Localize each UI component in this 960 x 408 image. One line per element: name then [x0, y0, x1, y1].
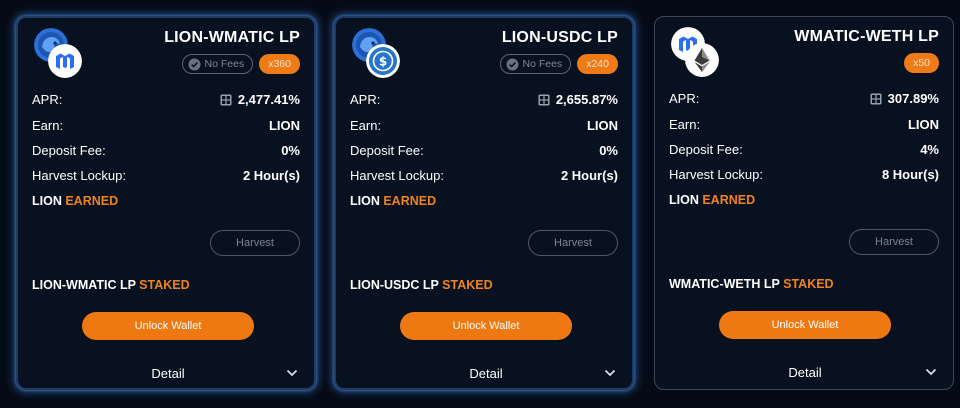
pair-title: LION-WMATIC LP — [164, 29, 300, 46]
chevron-down-icon[interactable] — [286, 368, 298, 378]
deposit-fee-value: 0% — [599, 143, 618, 158]
deposit-fee-label: Deposit Fee: — [669, 142, 743, 157]
apr-label: APR: — [669, 91, 700, 106]
harvest-lockup-row: Harvest Lockup: 8 Hour(s) — [669, 167, 939, 185]
staked-word: STAKED — [783, 277, 834, 291]
staked-word: STAKED — [139, 278, 190, 292]
harvest-lockup-label: Harvest Lockup: — [350, 168, 444, 183]
staked-pair: WMATIC-WETH LP — [669, 277, 780, 291]
no-fees-label: No Fees — [204, 58, 245, 70]
staked-heading: LION-WMATIC LP STAKED — [32, 278, 190, 292]
apr-label: APR: — [32, 92, 63, 107]
earn-value: LION — [268, 118, 300, 133]
pair-title: WMATIC-WETH LP — [794, 28, 939, 45]
deposit-fee-row: Deposit Fee: 0% — [32, 143, 300, 161]
earn-label: Earn: — [669, 117, 701, 132]
harvest-lockup-row: Harvest Lockup: 2 Hour(s) — [350, 168, 618, 186]
apr-row: APR: 2,477.41% — [32, 92, 300, 110]
earn-row: Earn: LION — [350, 118, 618, 136]
deposit-fee-value: 0% — [281, 143, 300, 158]
wmatic-token-icon — [48, 44, 82, 78]
earned-heading: LION EARNED — [350, 194, 436, 208]
calculator-icon[interactable] — [538, 94, 550, 106]
detail-label[interactable]: Detail — [655, 365, 955, 380]
apr-value: 2,655.87% — [555, 92, 618, 107]
apr-row: APR: 307.89% — [669, 91, 939, 109]
verified-check-icon — [506, 58, 519, 70]
token-pair-icons — [30, 26, 92, 82]
deposit-fee-row: Deposit Fee: 0% — [350, 143, 618, 161]
multiplier-badge: x50 — [904, 53, 939, 73]
harvest-lockup-label: Harvest Lockup: — [669, 167, 763, 182]
no-fees-badge: No Fees — [181, 54, 254, 74]
usdc-token-icon: $ — [366, 44, 400, 78]
harvest-lockup-value: 2 Hour(s) — [560, 168, 618, 183]
token-pair-icons — [667, 25, 729, 81]
badge-group: No Fees x240 — [499, 54, 618, 74]
harvest-button[interactable]: Harvest — [210, 230, 300, 256]
staked-heading: LION-USDC LP STAKED — [350, 278, 493, 292]
multiplier-badge: x240 — [577, 54, 618, 74]
earned-token: LION — [32, 194, 62, 208]
apr-value: 307.89% — [887, 91, 939, 106]
earn-label: Earn: — [350, 118, 382, 133]
earn-row: Earn: LION — [32, 118, 300, 136]
chevron-down-icon[interactable] — [604, 368, 616, 378]
badge-group: No Fees x360 — [181, 54, 300, 74]
no-fees-badge: No Fees — [499, 54, 572, 74]
unlock-wallet-button[interactable]: Unlock Wallet — [400, 312, 572, 340]
multiplier-badge: x360 — [259, 54, 300, 74]
harvest-button[interactable]: Harvest — [528, 230, 618, 256]
harvest-lockup-label: Harvest Lockup: — [32, 168, 126, 183]
harvest-lockup-row: Harvest Lockup: 2 Hour(s) — [32, 168, 300, 186]
svg-text:$: $ — [379, 55, 387, 69]
staked-pair: LION-USDC LP — [350, 278, 439, 292]
no-fees-label: No Fees — [522, 58, 563, 70]
earned-token: LION — [350, 194, 380, 208]
deposit-fee-label: Deposit Fee: — [350, 143, 424, 158]
harvest-lockup-value: 8 Hour(s) — [881, 167, 939, 182]
staked-pair: LION-WMATIC LP — [32, 278, 136, 292]
staked-heading: WMATIC-WETH LP STAKED — [669, 277, 834, 291]
apr-label: APR: — [350, 92, 381, 107]
farm-card-lion-usdc: $ LION-USDC LP No Fees x240 APR: 2,655.8… — [334, 16, 634, 390]
earned-token: LION — [669, 193, 699, 207]
badge-group: x50 — [904, 53, 939, 73]
detail-label[interactable]: Detail — [336, 366, 636, 381]
deposit-fee-row: Deposit Fee: 4% — [669, 142, 939, 160]
unlock-wallet-button[interactable]: Unlock Wallet — [719, 311, 891, 339]
weth-token-icon — [685, 43, 719, 77]
earned-word: EARNED — [65, 194, 119, 208]
apr-row: APR: 2,655.87% — [350, 92, 618, 110]
farm-card-wmatic-weth: WMATIC-WETH LP x50 APR: 307.89% Earn: LI… — [654, 16, 954, 390]
earned-word: EARNED — [702, 193, 756, 207]
earn-label: Earn: — [32, 118, 64, 133]
token-pair-icons: $ — [348, 26, 410, 82]
harvest-button[interactable]: Harvest — [849, 229, 939, 255]
deposit-fee-label: Deposit Fee: — [32, 143, 106, 158]
farm-card-lion-wmatic: LION-WMATIC LP No Fees x360 APR: 2,477.4… — [16, 16, 316, 390]
apr-value: 2,477.41% — [237, 92, 300, 107]
earned-heading: LION EARNED — [32, 194, 118, 208]
earned-word: EARNED — [383, 194, 437, 208]
unlock-wallet-button[interactable]: Unlock Wallet — [82, 312, 254, 340]
staked-word: STAKED — [442, 278, 493, 292]
verified-check-icon — [188, 58, 201, 70]
earned-heading: LION EARNED — [669, 193, 755, 207]
chevron-down-icon[interactable] — [925, 367, 937, 377]
earn-row: Earn: LION — [669, 117, 939, 135]
earn-value: LION — [907, 117, 939, 132]
detail-label[interactable]: Detail — [18, 366, 318, 381]
calculator-icon[interactable] — [220, 94, 232, 106]
deposit-fee-value: 4% — [920, 142, 939, 157]
earn-value: LION — [586, 118, 618, 133]
pair-title: LION-USDC LP — [501, 29, 618, 46]
calculator-icon[interactable] — [870, 93, 882, 105]
harvest-lockup-value: 2 Hour(s) — [242, 168, 300, 183]
